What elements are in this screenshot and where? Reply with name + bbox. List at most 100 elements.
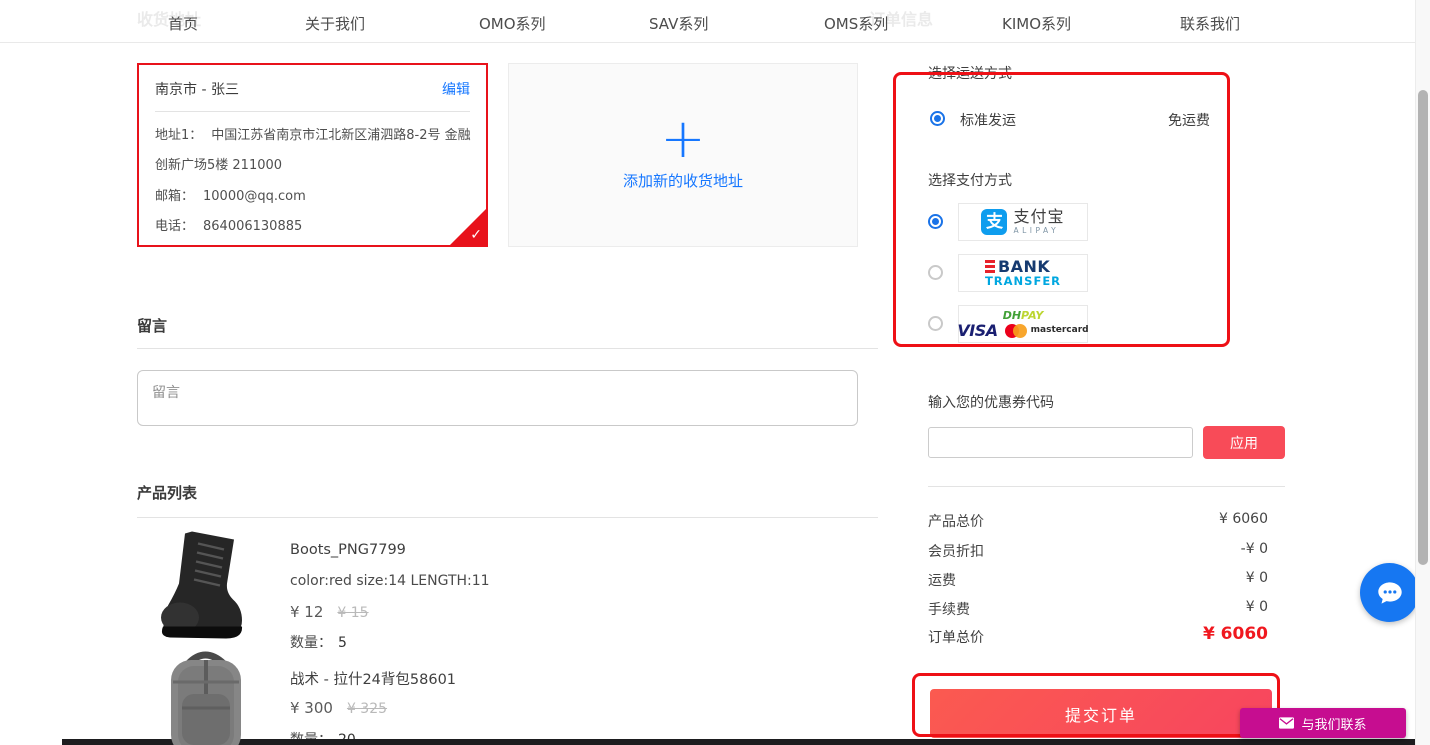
address-card-header: 南京市 - 张三 编辑 bbox=[155, 79, 470, 103]
product-price: ¥ 12 bbox=[290, 603, 323, 621]
summary-label: 运费 bbox=[928, 573, 956, 589]
product-attrs: color:red size:14 LENGTH:11 bbox=[290, 573, 490, 589]
address-email-label: 邮箱： bbox=[155, 189, 194, 204]
transfer-word: TRANSFER bbox=[985, 276, 1061, 288]
nav-item-about[interactable]: 关于我们 bbox=[305, 13, 365, 34]
payment-option-bank-transfer[interactable]: BANK TRANSFER bbox=[958, 254, 1088, 292]
address-phone: 电话： 864006130885 bbox=[155, 212, 472, 242]
dhpay-logo: DHPAY bbox=[1003, 310, 1044, 321]
summary-value: -¥ 0 bbox=[1241, 541, 1268, 557]
chat-icon bbox=[1373, 576, 1407, 610]
pay-label: PAY bbox=[1021, 309, 1043, 322]
alipay-icon: 支 bbox=[981, 209, 1007, 235]
scrollbar-track bbox=[1415, 0, 1430, 745]
summary-value: ¥ 0 bbox=[1246, 570, 1268, 586]
address-email-value: 10000@qq.com bbox=[203, 189, 306, 204]
product-qty: 5 bbox=[338, 635, 347, 651]
add-address-card[interactable]: + 添加新的收货地址 bbox=[508, 63, 858, 247]
address-card-selected[interactable]: 南京市 - 张三 编辑 地址1：中国江苏省南京市江北新区浦泗路8-2号 金融创新… bbox=[137, 63, 488, 247]
total-label: 订单总价 bbox=[928, 630, 984, 646]
nav-item-oms[interactable]: OMS系列 bbox=[824, 13, 888, 34]
mastercard-label: mastercard bbox=[1031, 326, 1089, 335]
card-logo: DHPAY VISA mastercard bbox=[957, 310, 1088, 339]
product-price: ¥ 300 bbox=[290, 699, 333, 717]
alipay-logo: 支付宝 ALIPAY bbox=[1013, 209, 1064, 235]
product-name: 战术 - 拉什24背包58601 bbox=[290, 668, 456, 689]
shipping-radio-standard[interactable] bbox=[930, 111, 945, 126]
scrollbar-thumb[interactable] bbox=[1418, 90, 1428, 565]
nav-item-kimo[interactable]: KIMO系列 bbox=[1002, 13, 1071, 34]
address-email: 邮箱： 10000@qq.com bbox=[155, 182, 472, 212]
message-textarea[interactable] bbox=[137, 370, 858, 426]
address-divider bbox=[155, 111, 470, 112]
message-section-title: 留言 bbox=[137, 315, 167, 336]
top-nav: 首页 关于我们 OMO系列 SAV系列 OMS系列 KIMO系列 联系我们 bbox=[0, 0, 1430, 43]
contact-us-label: 与我们联系 bbox=[1301, 714, 1366, 733]
product-old-price: ¥ 15 bbox=[337, 605, 368, 621]
shipping-section-title: 选择运送方式 bbox=[928, 63, 1012, 83]
message-divider bbox=[137, 348, 878, 349]
address-line1: 地址1：中国江苏省南京市江北新区浦泗路8-2号 金融创新广场5楼 211000 bbox=[155, 121, 472, 181]
payment-radio-bank-transfer[interactable] bbox=[928, 265, 943, 280]
product-price-row: ¥ 300 ¥ 325 bbox=[290, 699, 387, 717]
check-icon: ✓ bbox=[470, 227, 482, 243]
summary-value: ¥ 6060 bbox=[1219, 511, 1268, 527]
total-value: ¥ 6060 bbox=[1203, 624, 1268, 644]
nav-item-sav[interactable]: SAV系列 bbox=[649, 13, 708, 34]
submit-order-button[interactable]: 提交订单 bbox=[930, 689, 1272, 738]
nav-item-home[interactable]: 首页 bbox=[168, 13, 198, 34]
product-name: Boots_PNG7799 bbox=[290, 542, 406, 558]
add-address-label: 添加新的收货地址 bbox=[509, 170, 857, 191]
address-title: 南京市 - 张三 bbox=[155, 82, 239, 98]
address-phone-value: 864006130885 bbox=[203, 219, 302, 234]
visa-logo: VISA bbox=[957, 323, 997, 339]
mastercard-circles-icon bbox=[1005, 324, 1027, 338]
coupon-label: 输入您的优惠券代码 bbox=[928, 392, 1054, 412]
nav-item-omo[interactable]: OMO系列 bbox=[479, 13, 546, 34]
plus-icon: + bbox=[509, 116, 857, 162]
address-line1-value: 中国江苏省南京市江北新区浦泗路8-2号 金融创新广场5楼 211000 bbox=[155, 128, 471, 173]
product-price-row: ¥ 12 ¥ 15 bbox=[290, 603, 369, 621]
summary-value: ¥ 0 bbox=[1246, 599, 1268, 615]
product-old-price: ¥ 325 bbox=[347, 701, 387, 717]
coupon-divider bbox=[928, 486, 1285, 487]
alipay-zh-label: 支付宝 bbox=[1013, 209, 1064, 225]
summary-row-shipping-fee: 运费 ¥ 0 bbox=[928, 570, 1268, 590]
summary-label: 会员折扣 bbox=[928, 544, 984, 560]
contact-us-button[interactable]: 与我们联系 bbox=[1240, 708, 1406, 738]
product-list-title: 产品列表 bbox=[137, 482, 197, 503]
nav-item-contact[interactable]: 联系我们 bbox=[1180, 13, 1240, 34]
bank-transfer-logo: BANK TRANSFER bbox=[985, 259, 1061, 288]
payment-option-card[interactable]: DHPAY VISA mastercard bbox=[958, 305, 1088, 343]
product-qty-label: 数量： bbox=[290, 635, 332, 651]
payment-section-title: 选择支付方式 bbox=[928, 170, 1012, 190]
edit-address-link[interactable]: 编辑 bbox=[442, 79, 470, 99]
product-image-backpack bbox=[158, 648, 253, 745]
alipay-en-label: ALIPAY bbox=[1013, 227, 1064, 235]
summary-row-total: 订单总价 ¥ 6060 bbox=[928, 627, 1268, 647]
payment-radio-alipay[interactable] bbox=[928, 214, 943, 229]
product-list-divider bbox=[137, 517, 878, 518]
coupon-input[interactable] bbox=[928, 427, 1193, 458]
summary-row-subtotal: 产品总价 ¥ 6060 bbox=[928, 511, 1268, 531]
summary-label: 产品总价 bbox=[928, 514, 984, 530]
apply-coupon-button[interactable]: 应用 bbox=[1203, 426, 1285, 459]
checkout-page: 收货地址 订单信息 首页 关于我们 OMO系列 SAV系列 OMS系列 KIMO… bbox=[0, 0, 1430, 745]
summary-row-member-discount: 会员折扣 -¥ 0 bbox=[928, 541, 1268, 561]
product-image-boots bbox=[150, 526, 255, 648]
dh-label: DH bbox=[1003, 309, 1021, 322]
product-qty-row: 数量： 5 bbox=[290, 632, 347, 652]
shipping-fee-label: 免运费 bbox=[1150, 110, 1210, 130]
payment-option-alipay[interactable]: 支 支付宝 ALIPAY bbox=[958, 203, 1088, 241]
shipping-option-label: 标准发运 bbox=[960, 110, 1016, 130]
address-phone-label: 电话： bbox=[155, 219, 194, 234]
envelope-icon bbox=[1279, 717, 1294, 729]
summary-label: 手续费 bbox=[928, 602, 970, 618]
bank-stripes-icon bbox=[985, 260, 995, 273]
address-line1-label: 地址1： bbox=[155, 128, 202, 143]
payment-radio-card[interactable] bbox=[928, 316, 943, 331]
footer-edge-bar bbox=[62, 739, 1415, 745]
bank-word: BANK bbox=[998, 259, 1050, 275]
chat-button[interactable] bbox=[1360, 563, 1419, 622]
summary-row-handling-fee: 手续费 ¥ 0 bbox=[928, 599, 1268, 619]
